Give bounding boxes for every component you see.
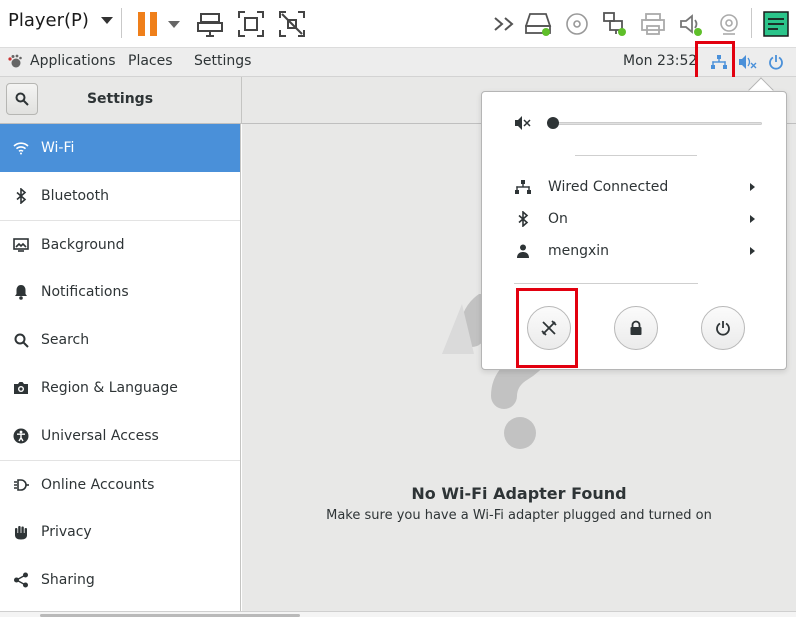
toolbar-divider [121, 8, 122, 38]
user-name-label: mengxin [548, 243, 610, 259]
sidebar-item-label: Online Accounts [41, 476, 155, 493]
camera-icon[interactable] [714, 9, 744, 39]
fit-window-icon[interactable] [236, 9, 266, 39]
printer-icon[interactable] [638, 9, 668, 39]
chevron-down-icon[interactable] [162, 9, 186, 39]
sidebar-item-bluetooth[interactable]: Bluetooth [0, 172, 240, 220]
hard-disk-icon[interactable] [524, 9, 554, 39]
settings-sidebar: Wi-Fi Bluetooth Background Notifications… [0, 124, 241, 617]
volume-row [482, 92, 788, 154]
empty-state-subtitle: Make sure you have a Wi-Fi adapter plugg… [326, 508, 712, 523]
clock[interactable]: Mon 23:52 [623, 53, 697, 69]
sidebar-item-sharing[interactable]: Sharing [0, 556, 240, 604]
sidebar-item-label: Bluetooth [41, 188, 109, 204]
sidebar-item-label: Privacy [41, 524, 92, 540]
player-menu[interactable]: Player(P) [8, 10, 113, 31]
settings-button[interactable] [527, 306, 571, 350]
gnome-foot-icon [4, 51, 26, 73]
online-accounts-icon [12, 476, 30, 494]
sound-icon[interactable] [676, 9, 706, 39]
popover-divider [575, 155, 697, 156]
hand-icon [12, 523, 30, 541]
power-off-button[interactable] [701, 306, 745, 350]
sidebar-item-label: Sharing [41, 572, 95, 588]
sidebar-item-universal-access[interactable]: Universal Access [0, 412, 240, 460]
lock-button[interactable] [614, 306, 658, 350]
volume-muted-icon[interactable] [737, 51, 759, 73]
sidebar-item-label: Universal Access [41, 428, 159, 444]
chevron-right-icon [750, 183, 755, 191]
chevron-right-icon [750, 215, 755, 223]
player-toolbar: Player(P) [0, 0, 796, 48]
sidebar-item-notifications[interactable]: Notifications [0, 268, 240, 316]
lock-icon [630, 320, 642, 335]
system-status-menu: Wired Connected On mengxin [481, 91, 787, 370]
bluetooth-icon [514, 210, 532, 228]
bluetooth-row[interactable]: On [482, 203, 788, 235]
cd-icon[interactable] [562, 9, 592, 39]
empty-state-title: No Wi-Fi Adapter Found [411, 484, 627, 503]
sidebar-item-label: Notifications [41, 284, 129, 300]
toolbar-divider [751, 8, 752, 38]
sidebar-item-region-language[interactable]: Region & Language [0, 364, 240, 412]
search-button[interactable] [6, 83, 38, 115]
notes-icon[interactable] [761, 9, 791, 39]
network-icon [514, 178, 532, 196]
network-icon[interactable] [708, 51, 730, 73]
send-keys-icon[interactable] [195, 9, 225, 39]
sidebar-item-label: Wi-Fi [41, 140, 75, 156]
volume-muted-icon [515, 116, 531, 130]
gnome-top-bar: Applications Places Settings Mon 23:52 [0, 48, 796, 77]
user-row[interactable]: mengxin [482, 235, 788, 267]
applications-menu[interactable]: Applications [30, 53, 116, 69]
user-icon [514, 242, 532, 260]
chevron-right-icon [750, 247, 755, 255]
page-title: Settings [86, 91, 154, 107]
sidebar-item-search[interactable]: Search [0, 316, 240, 364]
bluetooth-icon [12, 187, 30, 205]
power-icon [716, 321, 730, 336]
search-icon [15, 92, 29, 106]
bell-icon [12, 283, 30, 301]
sidebar-item-privacy[interactable]: Privacy [0, 508, 240, 556]
sidebar-item-wifi[interactable]: Wi-Fi [0, 124, 240, 172]
sidebar-item-online-accounts[interactable]: Online Accounts [0, 461, 240, 508]
search-icon [12, 331, 30, 349]
wired-connection-row[interactable]: Wired Connected [482, 171, 788, 203]
wired-connection-label: Wired Connected [548, 179, 669, 195]
places-menu[interactable]: Places [128, 53, 173, 69]
pause-icon[interactable] [132, 9, 162, 39]
player-menu-label: Player(P) [8, 10, 89, 31]
unity-icon[interactable] [277, 9, 307, 39]
volume-slider[interactable] [552, 122, 762, 125]
bluetooth-status-label: On [548, 211, 568, 227]
network-adapter-icon[interactable] [600, 9, 630, 39]
background-icon [12, 236, 30, 254]
share-icon [12, 571, 30, 589]
header-divider [241, 77, 242, 124]
sidebar-item-label: Search [41, 332, 90, 348]
camera-icon [12, 379, 30, 397]
sidebar-item-label: Region & Language [41, 380, 178, 396]
forward-icon[interactable] [491, 9, 521, 39]
settings-icon [541, 320, 557, 336]
sidebar-item-label: Background [41, 236, 125, 253]
popover-divider [514, 283, 698, 284]
sidebar-item-background[interactable]: Background [0, 221, 240, 268]
chevron-down-icon [100, 17, 113, 24]
wifi-icon [12, 139, 30, 157]
power-icon[interactable] [765, 51, 787, 73]
settings-app-menu[interactable]: Settings [194, 53, 251, 69]
volume-slider-handle[interactable] [547, 117, 559, 129]
accessibility-icon [12, 427, 30, 445]
